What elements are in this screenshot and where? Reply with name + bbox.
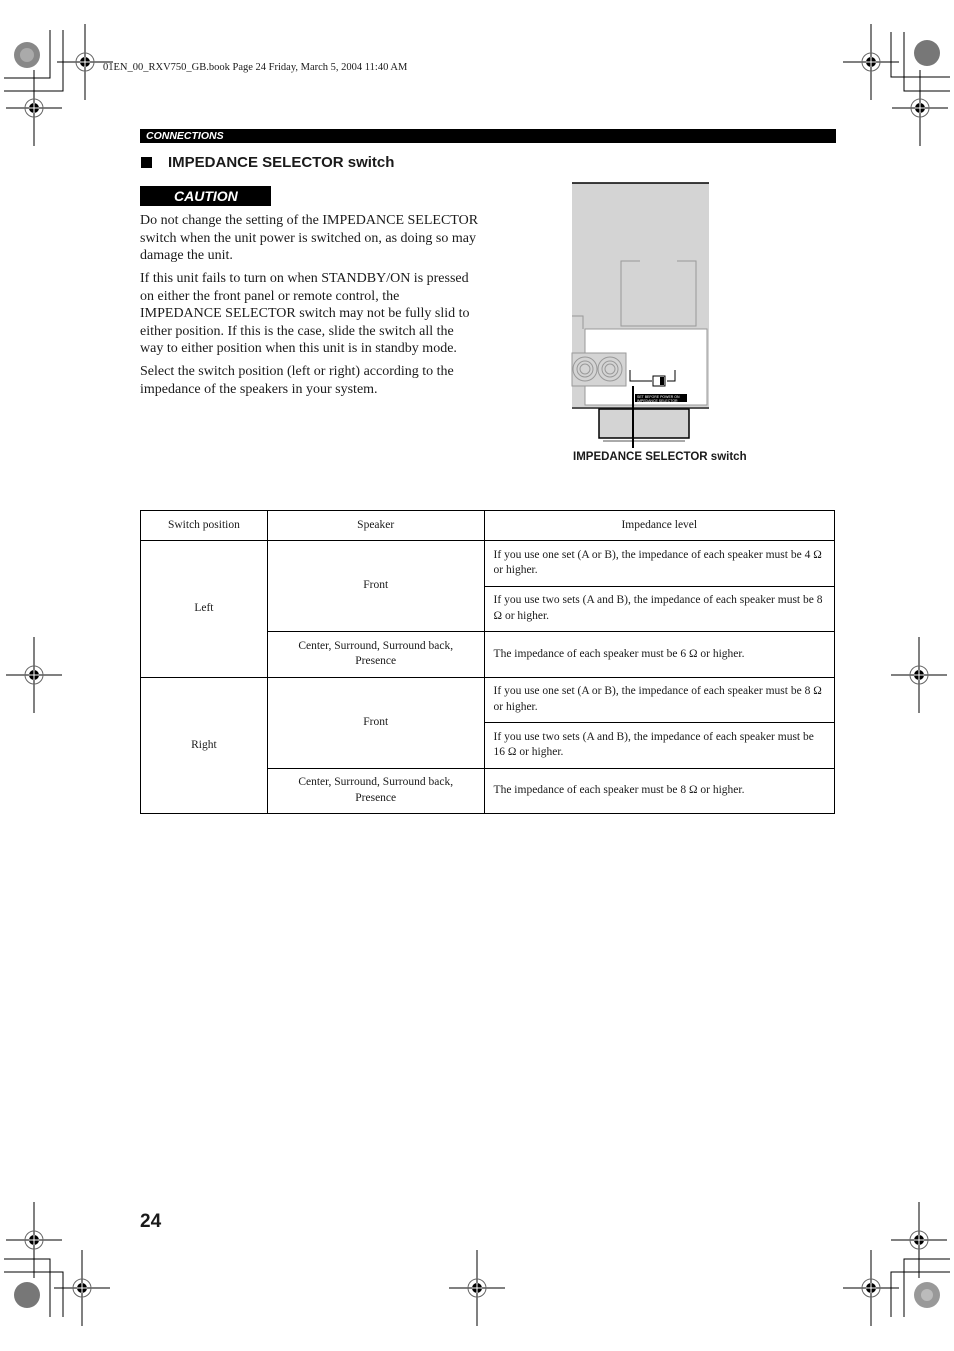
speaker-cell: Front: [266, 676, 485, 769]
switch-position-cell: Left: [140, 540, 268, 678]
table-row: Right Front If you use one set (A or B),…: [140, 676, 836, 814]
crosshair-icon: [5, 69, 63, 147]
crosshair-icon: [890, 636, 948, 714]
page-number: 24: [140, 1211, 162, 1232]
impedance-cell: If you use one set (A or B), the impedan…: [483, 676, 836, 723]
section-heading: IMPEDANCE SELECTOR switch: [141, 154, 394, 171]
impedance-cell: If you use one set (A or B), the impedan…: [483, 540, 836, 587]
switch-position-cell: Right: [140, 676, 268, 814]
impedance-cell: If you use two sets (A and B), the imped…: [483, 585, 836, 632]
section-label: CONNECTIONS: [146, 130, 224, 142]
panel-label-bottom: IMPEDANCE SELECTOR: [637, 399, 678, 403]
column-header: Speaker: [266, 510, 485, 541]
section-bar: CONNECTIONS: [140, 129, 836, 143]
square-bullet-icon: [141, 157, 152, 168]
column-header: Impedance level: [483, 510, 836, 541]
paragraph: Select the switch position (left or righ…: [140, 364, 454, 397]
rear-panel-illustration: SET BEFORE POWER ON IMPEDANCE SELECTOR: [571, 182, 709, 448]
crosshair-icon: [5, 1201, 63, 1279]
speaker-cell: Front: [266, 540, 485, 632]
crosshair-icon: [5, 636, 63, 714]
crosshair-icon: [891, 69, 949, 147]
table-header-row: Switch position Speaker Impedance level: [140, 510, 836, 541]
heading-text: IMPEDANCE SELECTOR switch: [168, 154, 395, 171]
registration-disc-icon: [914, 40, 940, 66]
impedance-table: Switch position Speaker Impedance level …: [140, 510, 836, 814]
impedance-cell: The impedance of each speaker must be 6 …: [483, 631, 836, 678]
table-row: Left Front If you use one set (A or B), …: [140, 540, 836, 678]
paragraph: If this unit fails to turn on when STAND…: [140, 271, 470, 356]
impedance-cell: The impedance of each speaker must be 8 …: [483, 767, 836, 814]
crosshair-icon: [890, 1201, 948, 1279]
caution-label: CAUTION: [174, 188, 238, 204]
crosshair-icon: [448, 1249, 506, 1327]
impedance-cell: If you use two sets (A and B), the imped…: [483, 722, 836, 769]
paragraph: Do not change the setting of the IMPEDAN…: [140, 213, 479, 263]
column-header: Switch position: [140, 510, 268, 541]
speaker-cell: Center, Surround, Surround back, Presenc…: [266, 631, 485, 678]
speaker-cell: Center, Surround, Surround back, Presenc…: [266, 767, 485, 814]
figure-caption: IMPEDANCE SELECTOR switch: [573, 451, 747, 463]
crosshair-icon: [53, 1249, 111, 1327]
registration-disc-icon: [14, 1282, 40, 1308]
caution-badge: CAUTION: [140, 186, 271, 206]
book-header: 01EN_00_RXV750_GB.book Page 24 Friday, M…: [103, 62, 408, 73]
